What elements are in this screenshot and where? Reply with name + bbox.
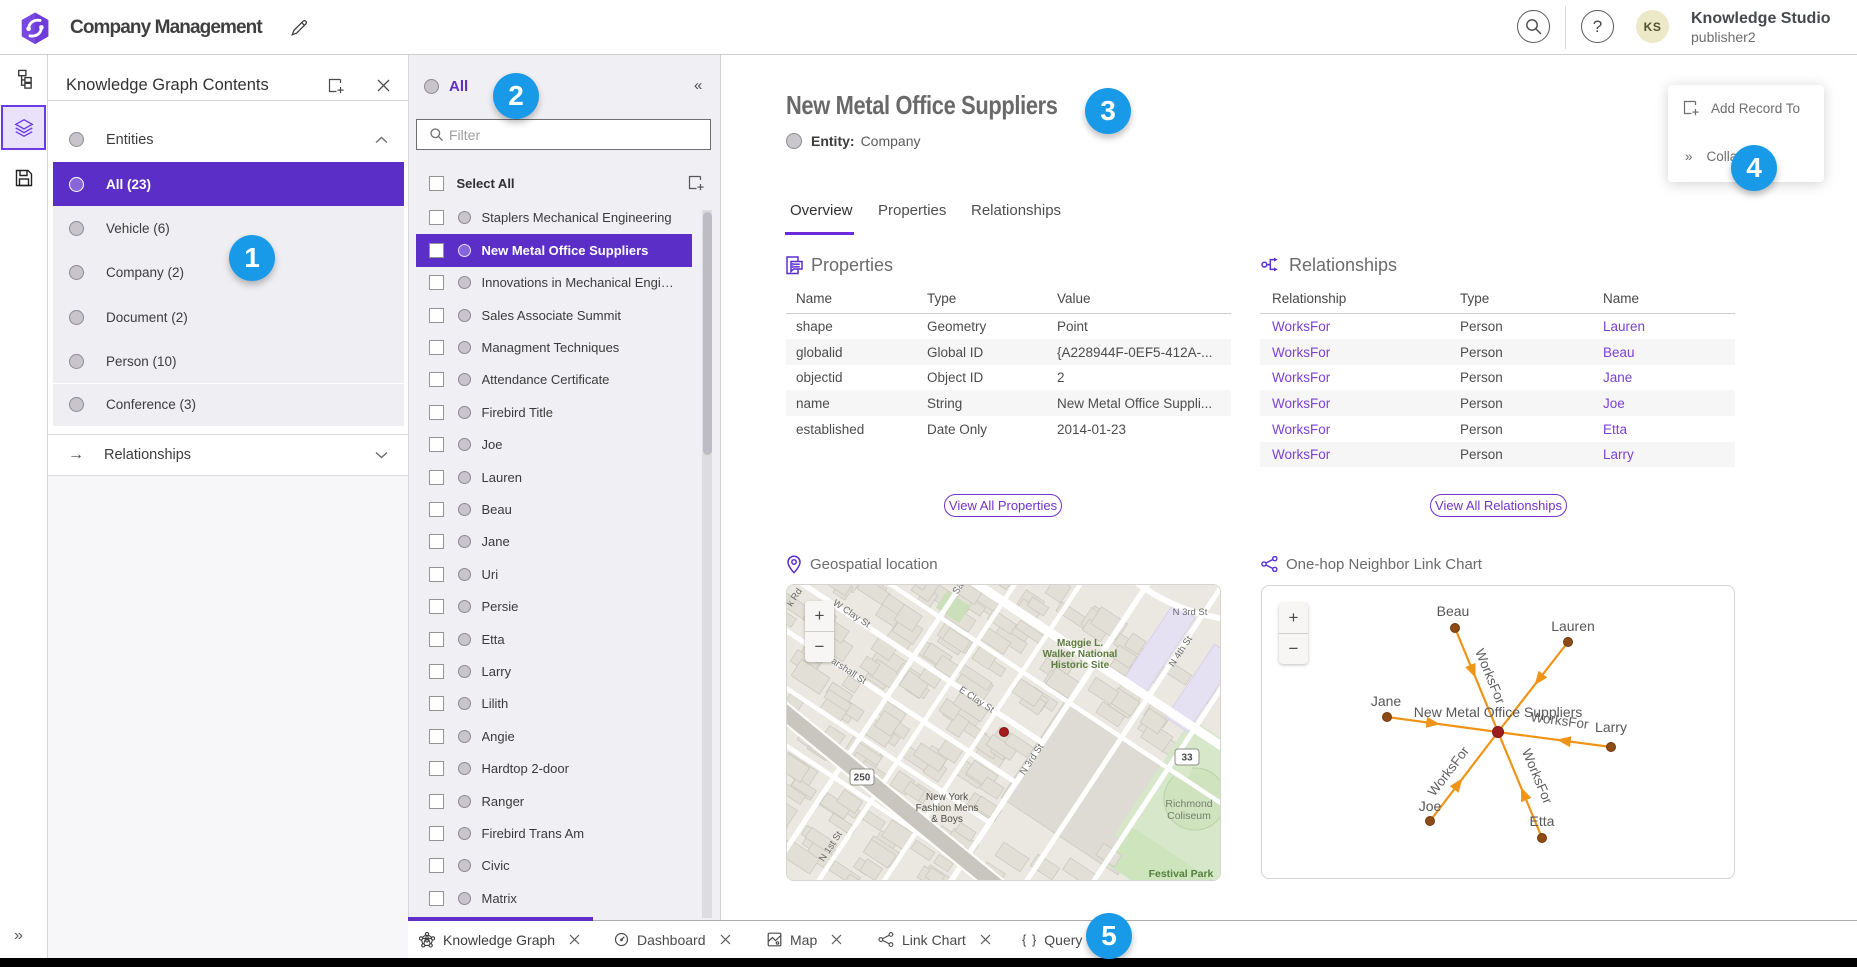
svg-text:Lauren: Lauren <box>1551 618 1595 634</box>
svg-text:Joe: Joe <box>1419 798 1442 814</box>
svg-text:WorksFor: WorksFor <box>1425 743 1473 799</box>
svg-text:New Metal Office Suppliers: New Metal Office Suppliers <box>1414 704 1583 720</box>
svg-text:Historic Site: Historic Site <box>1051 660 1110 671</box>
svg-text:& Boys: & Boys <box>931 814 963 825</box>
svg-text:Fashion Mens: Fashion Mens <box>916 803 979 814</box>
svg-text:33: 33 <box>1181 753 1193 764</box>
svg-text:Coliseum: Coliseum <box>1167 810 1211 822</box>
svg-text:Festival Park: Festival Park <box>1149 868 1214 880</box>
svg-text:N 3rd St: N 3rd St <box>1173 607 1208 618</box>
svg-text:WorksFor: WorksFor <box>1472 646 1508 706</box>
svg-text:Larry: Larry <box>1595 719 1627 735</box>
svg-text:250: 250 <box>854 773 871 784</box>
svg-text:Etta: Etta <box>1530 813 1555 829</box>
svg-text:Maggie L.: Maggie L. <box>1057 638 1103 649</box>
svg-text:Beau: Beau <box>1437 603 1470 619</box>
svg-text:Richmond: Richmond <box>1165 798 1212 810</box>
svg-text:Jane: Jane <box>1371 693 1402 709</box>
svg-text:Walker National: Walker National <box>1043 649 1118 660</box>
svg-text:New York: New York <box>926 792 969 803</box>
